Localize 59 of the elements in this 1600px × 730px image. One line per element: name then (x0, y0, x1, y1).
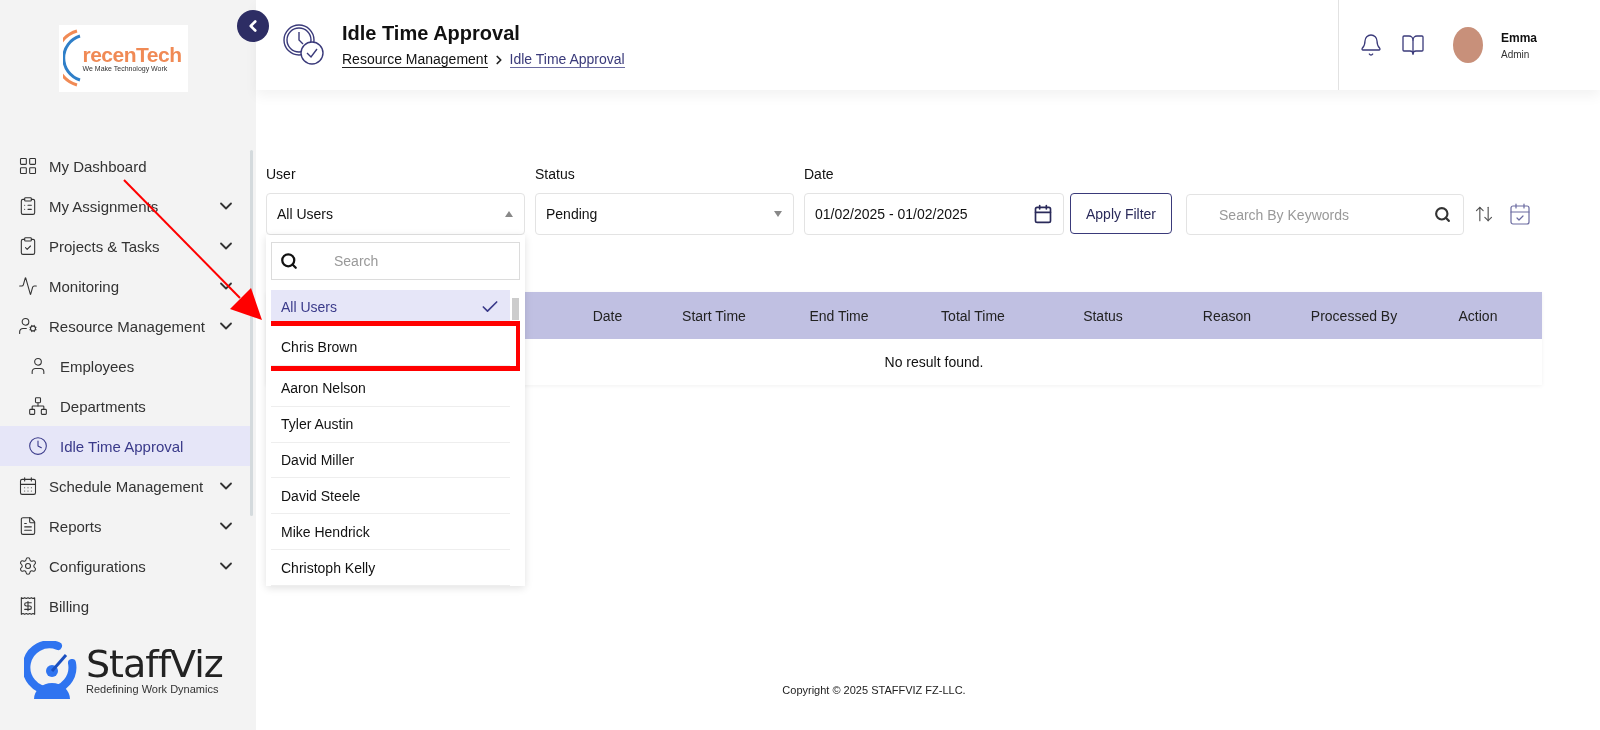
status-select[interactable]: Pending (535, 193, 794, 235)
avatar[interactable] (1453, 27, 1483, 63)
column-header: End Time (808, 306, 870, 326)
breadcrumb-link[interactable]: Idle Time Approval (509, 51, 625, 68)
column-header: Date (591, 306, 624, 326)
user-name: Emma (1501, 30, 1538, 45)
column-header: Status (1082, 306, 1124, 326)
column-header: Total Time (940, 306, 1006, 326)
search-icon (280, 252, 298, 270)
menu-item-icon (18, 516, 38, 536)
search-field[interactable]: Search By Keywords (1186, 194, 1465, 235)
apply-filter-button[interactable]: Apply Filter (1070, 193, 1173, 234)
search-icon (1434, 206, 1452, 223)
filter-label: User (266, 166, 297, 182)
clock-check-icon (282, 23, 326, 67)
sidebar-subitem[interactable]: Employees (0, 346, 250, 386)
menu-item-icon (18, 156, 38, 176)
column-header: Reason (1201, 306, 1253, 326)
sidebar-item[interactable]: Schedule Management (0, 466, 250, 506)
calendar-icon (1033, 204, 1053, 224)
page-title: Idle Time Approval (342, 22, 521, 45)
caret-icon (504, 210, 514, 218)
user-role: Admin (1501, 48, 1531, 60)
menu-item-icon (18, 556, 38, 576)
sidebar-item[interactable]: My Dashboard (0, 146, 250, 186)
sidebar-subitem[interactable]: Idle Time Approval (0, 426, 250, 466)
sidebar-item[interactable]: Resource Management (0, 306, 250, 346)
submenu-item-icon (28, 436, 48, 456)
brand-name: StaffViz (86, 645, 223, 683)
date-range-field[interactable]: 01/02/2025 - 01/02/2025 (804, 193, 1064, 235)
column-header: Start Time (681, 306, 747, 326)
breadcrumb-link[interactable]: Resource Management (342, 51, 488, 68)
filter-label: Status (535, 166, 576, 182)
menu-item-icon (18, 196, 38, 216)
menu-item-icon (18, 316, 38, 336)
menu-item-icon (18, 596, 38, 616)
column-header: Processed By (1309, 306, 1399, 326)
notifications-bell-icon[interactable] (1359, 33, 1383, 57)
empty-message: No result found. (884, 354, 984, 370)
logo-arc-icon (62, 27, 81, 89)
sidebar-subitem[interactable]: Departments (0, 386, 250, 426)
dropdown-search-field[interactable]: Search (271, 242, 520, 280)
calendar-check-icon[interactable] (1508, 202, 1533, 226)
column-header: Action (1457, 306, 1499, 326)
sidebar-item[interactable]: Billing (0, 586, 250, 626)
user-select[interactable]: All Users (266, 193, 525, 235)
menu-item-icon (18, 276, 38, 296)
sidebar-item[interactable]: Configurations (0, 546, 250, 586)
sidebar-item[interactable]: Projects & Tasks (0, 226, 250, 266)
sort-icon[interactable] (1474, 204, 1495, 224)
menu-item-icon (18, 476, 38, 496)
filter-label: Date (804, 166, 835, 182)
caret-icon (773, 210, 783, 218)
copyright-text: Copyright © 2025 STAFFVIZ FZ-LLC. (782, 684, 967, 696)
menu-item-icon (18, 236, 38, 256)
submenu-item-icon (28, 396, 48, 416)
sidebar-item[interactable]: Reports (0, 506, 250, 546)
sidebar-item[interactable]: Monitoring (0, 266, 250, 306)
brand-tagline: Redefining Work Dynamics (86, 683, 220, 695)
